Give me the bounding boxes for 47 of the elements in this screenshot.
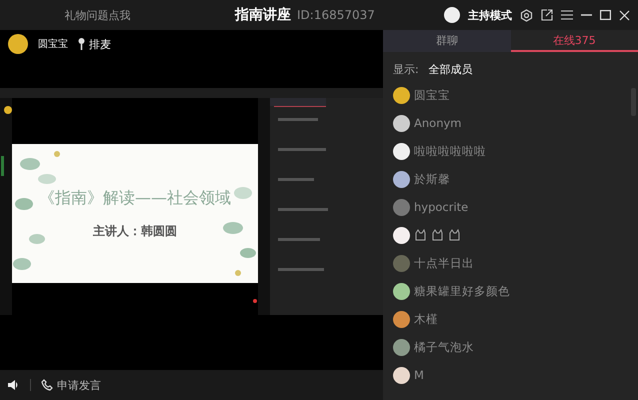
member-filter[interactable]: 全部成员: [428, 62, 473, 77]
member-avatar: [393, 170, 410, 188]
member-name[interactable]: 於斯馨: [414, 172, 450, 186]
member-avatar: [393, 366, 410, 384]
host-name: 圆宝宝: [38, 38, 68, 51]
menu-icon[interactable]: [561, 10, 573, 20]
minimize-icon[interactable]: [581, 14, 592, 16]
phone-icon: [41, 379, 53, 391]
close-icon[interactable]: [619, 10, 630, 20]
user-avatar[interactable]: [444, 7, 460, 23]
slide-presenter: 主讲人：韩圆圆: [93, 222, 177, 240]
room-title: 指南讲座: [235, 6, 291, 24]
member-avatar: [393, 198, 410, 216]
queue-button[interactable]: 排麦: [78, 36, 111, 52]
member-avatar: [393, 254, 410, 272]
cat-icon: [414, 229, 427, 241]
cat-icon: [448, 229, 461, 241]
member-avatar: [393, 142, 410, 160]
help-link[interactable]: 礼物问题点我: [0, 8, 195, 22]
member-name[interactable]: Anonym: [414, 116, 462, 130]
member-name[interactable]: 糖果罐里好多颜色: [414, 284, 510, 298]
member-avatar: [393, 310, 410, 328]
member-avatar: [393, 86, 410, 104]
member-name[interactable]: 十点半日出: [414, 256, 474, 270]
maximize-icon[interactable]: [600, 10, 611, 20]
slide-title: 《指南》解读——社会领域: [39, 188, 231, 208]
host-avatar[interactable]: [8, 34, 28, 54]
cat-icon: [431, 229, 444, 241]
external-link-icon[interactable]: [541, 9, 553, 21]
member-avatar: [393, 114, 410, 132]
member-avatar: [393, 226, 410, 244]
microphone-icon: [78, 38, 85, 50]
member-name[interactable]: hypocrite: [414, 200, 468, 214]
apply-to-speak-button[interactable]: 申请发言: [41, 378, 101, 392]
member-avatar: [393, 338, 410, 356]
filter-label: 显示:: [393, 62, 419, 77]
panel-tab[interactable]: 群聊: [383, 30, 510, 52]
host-mode-label[interactable]: 主持模式: [468, 8, 512, 22]
member-avatar: [393, 282, 410, 300]
speaker-icon[interactable]: [8, 379, 20, 391]
member-name[interactable]: 啦啦啦啦啦啦: [414, 144, 486, 158]
member-name[interactable]: M: [414, 368, 424, 382]
settings-icon[interactable]: [520, 8, 533, 22]
member-name[interactable]: 圆宝宝: [414, 88, 450, 102]
member-name[interactable]: 橘子气泡水: [414, 340, 474, 354]
member-name[interactable]: 木槿: [414, 312, 438, 326]
room-id: ID:16857037: [297, 8, 375, 22]
